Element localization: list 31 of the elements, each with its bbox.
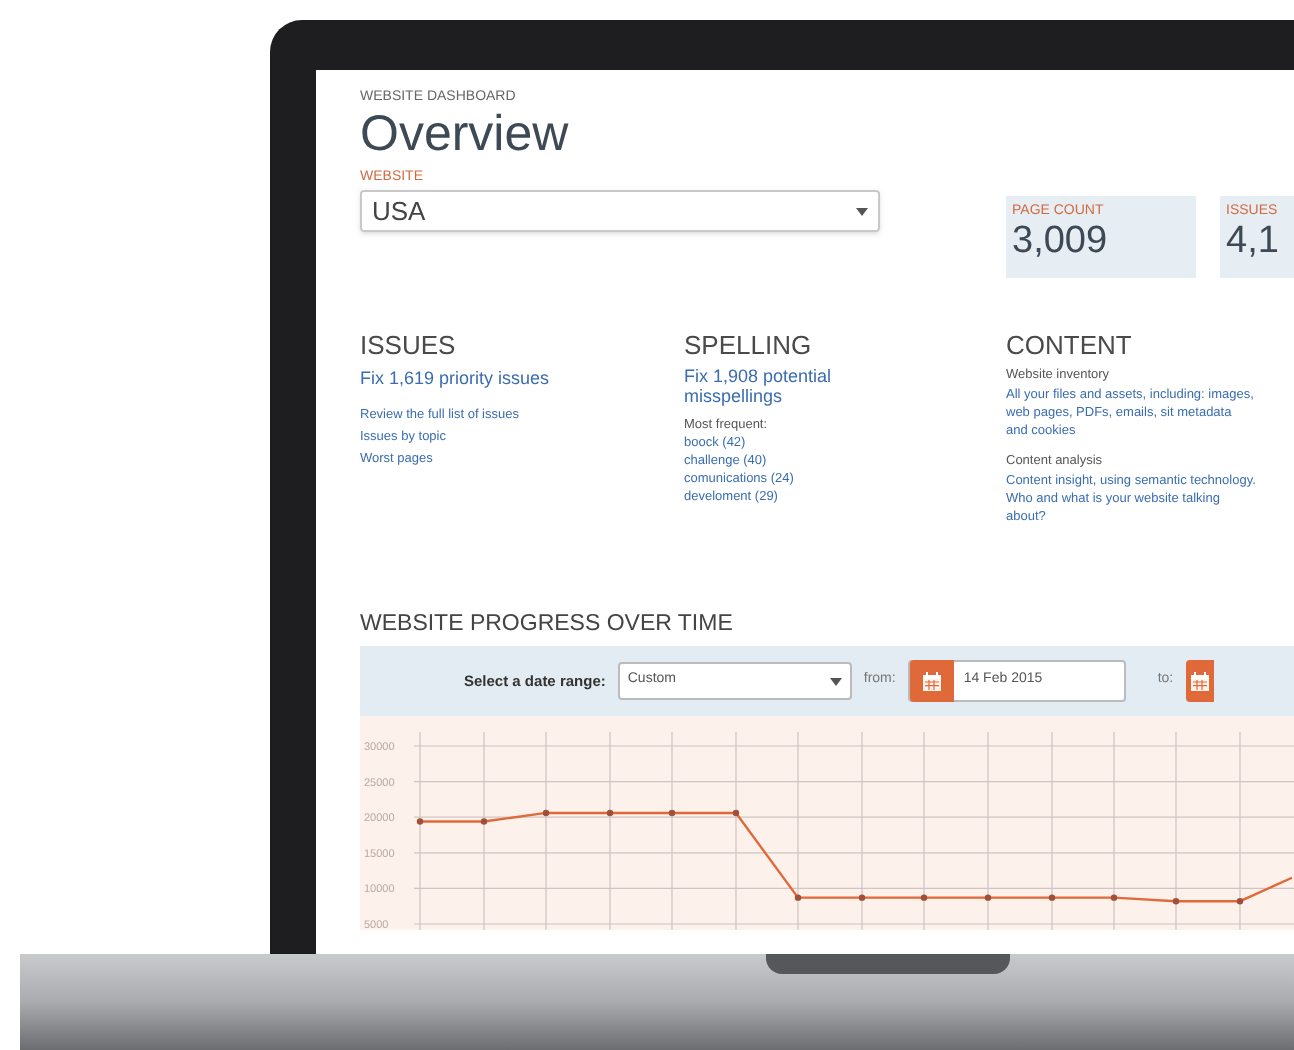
data-point [668, 809, 676, 817]
data-point [858, 894, 866, 901]
data-point [984, 894, 992, 901]
caret-icon [829, 677, 842, 685]
progress-title: WEBSITE PROGRESS OVER TIME [360, 612, 735, 638]
stat-value: 3,009 [1012, 220, 1110, 264]
section-title: CONTENT [1006, 332, 1134, 358]
website-value: USA [372, 193, 426, 230]
stat-value: 4,1 [1226, 220, 1281, 264]
data-point [1236, 898, 1244, 905]
caret-icon [856, 207, 868, 215]
data-point [794, 894, 802, 901]
data-point [606, 809, 614, 817]
data-point [920, 894, 928, 901]
data-point [1110, 894, 1118, 901]
page-title: Overview [360, 106, 571, 162]
section-title: SPELLING [684, 332, 814, 358]
priority-issues-link[interactable]: Fix 1,619 priority issues [360, 366, 684, 393]
misspellings-link[interactable]: Fix 1,908 potential misspellings [684, 366, 894, 406]
data-point [542, 809, 550, 817]
data-point [1172, 898, 1180, 905]
section-title: ISSUES [360, 332, 458, 358]
calendar-icon [921, 671, 942, 691]
data-point [480, 818, 488, 825]
data-point [732, 809, 740, 817]
calendar-icon [1189, 671, 1210, 691]
calendar-button[interactable] [909, 660, 954, 702]
data-point [1048, 894, 1056, 901]
data-point [416, 818, 424, 825]
calendar-button[interactable] [1185, 660, 1214, 702]
website-dropdown[interactable]: USA [360, 190, 880, 232]
